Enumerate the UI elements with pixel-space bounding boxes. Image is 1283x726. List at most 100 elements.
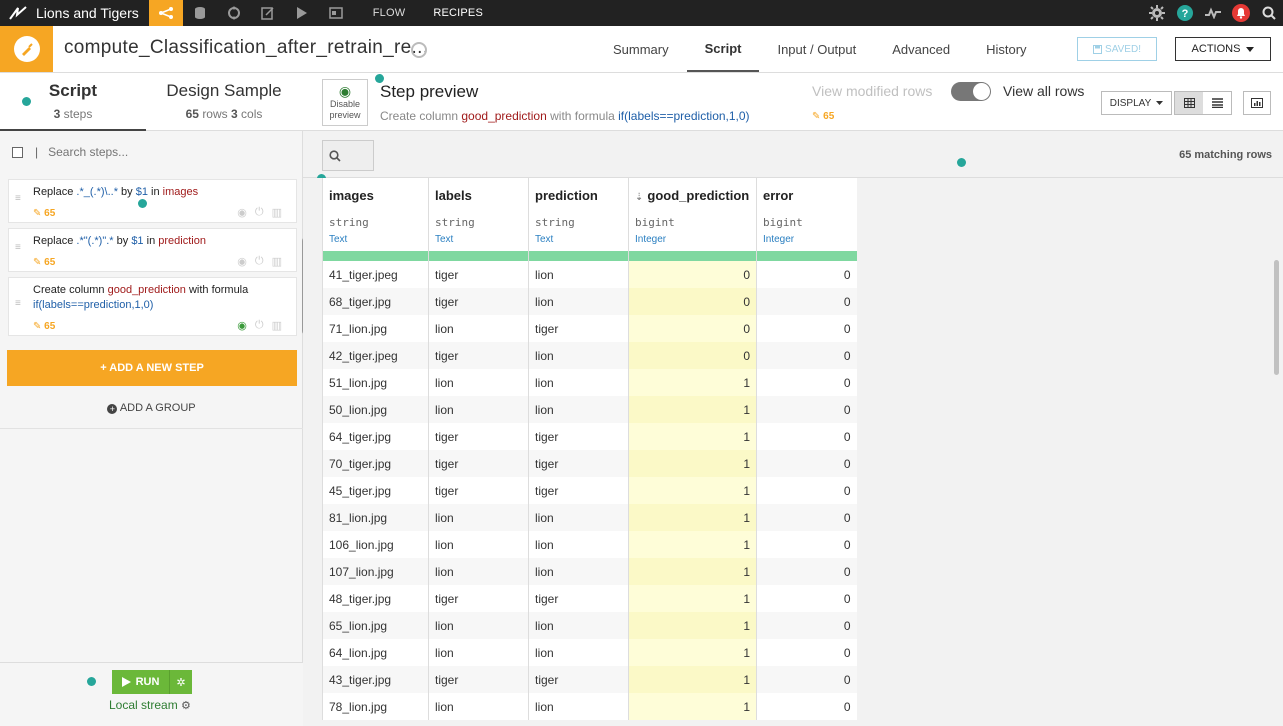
column-header-good-prediction[interactable]: ⇣ good_prediction <box>628 178 757 213</box>
table-cell[interactable]: 51_lion.jpg <box>322 369 429 396</box>
trash-icon[interactable]: ▥ <box>272 319 282 332</box>
table-cell[interactable]: 0 <box>756 396 857 423</box>
table-cell[interactable]: 1 <box>628 639 757 666</box>
table-cell[interactable]: 1 <box>628 396 757 423</box>
table-cell[interactable]: 0 <box>756 558 857 585</box>
power-icon[interactable]: ⏻ <box>255 206 264 219</box>
search-icon[interactable] <box>1255 0 1283 26</box>
list-view-icon[interactable] <box>1203 92 1231 114</box>
table-cell[interactable]: 1 <box>628 693 757 720</box>
table-cell[interactable]: lion <box>528 504 629 531</box>
table-cell[interactable]: lion <box>528 531 629 558</box>
table-cell[interactable]: tiger <box>528 450 629 477</box>
column-meaning[interactable]: Integer <box>628 231 757 251</box>
table-cell[interactable]: 50_lion.jpg <box>322 396 429 423</box>
table-cell[interactable]: tiger <box>428 450 529 477</box>
project-name[interactable]: Lions and Tigers <box>36 5 139 21</box>
table-cell[interactable]: tiger <box>428 423 529 450</box>
table-cell[interactable]: lion <box>528 612 629 639</box>
flow-icon[interactable] <box>148 0 183 26</box>
notifications-icon[interactable] <box>1227 0 1255 26</box>
table-cell[interactable]: 0 <box>756 639 857 666</box>
table-cell[interactable]: tiger <box>428 261 529 288</box>
table-cell[interactable]: lion <box>428 639 529 666</box>
notebook-icon[interactable] <box>251 0 285 26</box>
tab-summary[interactable]: Summary <box>595 26 687 72</box>
add-group-button[interactable]: + ADD A GROUP <box>0 402 303 414</box>
table-cell[interactable]: 1 <box>628 612 757 639</box>
select-all-checkbox[interactable] <box>12 146 23 158</box>
add-step-button[interactable]: + ADD A NEW STEP <box>7 350 297 386</box>
drag-handle-icon[interactable]: ≡ <box>15 299 25 309</box>
table-cell[interactable]: 71_lion.jpg <box>322 315 429 342</box>
view-modified-rows-label[interactable]: View modified rows <box>812 83 932 99</box>
table-cell[interactable]: 0 <box>756 504 857 531</box>
column-meaning[interactable]: Text <box>322 231 429 251</box>
table-cell[interactable]: 64_lion.jpg <box>322 639 429 666</box>
run-button[interactable]: RUN ✲ <box>112 670 192 694</box>
table-cell[interactable]: 1 <box>628 450 757 477</box>
tab-input-output[interactable]: Input / Output <box>759 26 874 72</box>
display-dropdown[interactable]: DISPLAY <box>1101 91 1172 115</box>
column-header-images[interactable]: images <box>322 178 429 213</box>
table-cell[interactable]: lion <box>528 558 629 585</box>
datasets-icon[interactable] <box>183 0 217 26</box>
table-cell[interactable]: lion <box>428 531 529 558</box>
table-cell[interactable]: 0 <box>756 315 857 342</box>
table-cell[interactable]: lion <box>528 693 629 720</box>
power-icon[interactable]: ⏻ <box>255 319 264 332</box>
table-cell[interactable]: 0 <box>756 369 857 396</box>
view-all-rows-label[interactable]: View all rows <box>1003 83 1084 99</box>
table-cell[interactable]: 1 <box>628 666 757 693</box>
actions-button[interactable]: ACTIONS <box>1175 37 1271 61</box>
table-cell[interactable]: 0 <box>628 342 757 369</box>
table-cell[interactable]: 43_tiger.jpg <box>322 666 429 693</box>
tab-script[interactable]: Script <box>686 26 760 72</box>
tab-advanced[interactable]: Advanced <box>874 26 968 72</box>
engine-selector[interactable]: Local stream ⚙ <box>109 698 191 712</box>
column-meaning[interactable]: Text <box>428 231 529 251</box>
nav-flow-link[interactable]: FLOW <box>353 0 426 26</box>
run-settings-icon[interactable]: ✲ <box>170 676 192 689</box>
saved-button[interactable]: SAVED! <box>1077 37 1157 61</box>
table-cell[interactable]: 0 <box>628 288 757 315</box>
table-cell[interactable]: lion <box>428 369 529 396</box>
drag-handle-icon[interactable]: ≡ <box>15 194 25 204</box>
table-cell[interactable]: 0 <box>756 585 857 612</box>
table-cell[interactable]: 1 <box>628 369 757 396</box>
sort-icon[interactable]: ⇣ <box>635 192 643 203</box>
step-item[interactable]: ≡ Create column good_prediction with for… <box>8 277 297 336</box>
table-cell[interactable]: 0 <box>756 342 857 369</box>
table-cell[interactable]: 0 <box>756 693 857 720</box>
settings-icon[interactable] <box>1143 0 1171 26</box>
table-cell[interactable]: lion <box>528 369 629 396</box>
table-cell[interactable]: 65_lion.jpg <box>322 612 429 639</box>
preview-eye-icon[interactable]: ◉ <box>237 255 247 268</box>
column-header-prediction[interactable]: prediction <box>528 178 629 213</box>
activity-icon[interactable] <box>1199 0 1227 26</box>
table-cell[interactable]: lion <box>428 693 529 720</box>
table-cell[interactable]: tiger <box>528 315 629 342</box>
table-cell[interactable]: tiger <box>428 666 529 693</box>
recipe-title[interactable]: compute_Classification_after_retrain_re.… <box>64 37 428 59</box>
preview-eye-icon[interactable]: ◉ <box>237 206 247 219</box>
table-cell[interactable]: 1 <box>628 531 757 558</box>
disable-preview-button[interactable]: ◉ Disable preview <box>322 79 368 126</box>
table-cell[interactable]: 68_tiger.jpg <box>322 288 429 315</box>
table-cell[interactable]: 78_lion.jpg <box>322 693 429 720</box>
view-rows-toggle[interactable] <box>951 82 991 101</box>
table-cell[interactable]: 1 <box>628 423 757 450</box>
table-cell[interactable]: tiger <box>528 585 629 612</box>
table-cell[interactable]: tiger <box>428 585 529 612</box>
power-icon[interactable]: ⏻ <box>255 255 264 268</box>
dashboard-icon[interactable] <box>319 0 353 26</box>
table-cell[interactable]: 0 <box>756 477 857 504</box>
table-cell[interactable]: tiger <box>428 477 529 504</box>
trash-icon[interactable]: ▥ <box>272 206 282 219</box>
tab-design-sample[interactable]: Design Sample 65 rows 3 cols <box>150 73 298 131</box>
table-cell[interactable]: tiger <box>428 342 529 369</box>
table-cell[interactable]: 0 <box>756 531 857 558</box>
table-cell[interactable]: 70_tiger.jpg <box>322 450 429 477</box>
table-cell[interactable]: 64_tiger.jpg <box>322 423 429 450</box>
table-cell[interactable]: tiger <box>528 666 629 693</box>
